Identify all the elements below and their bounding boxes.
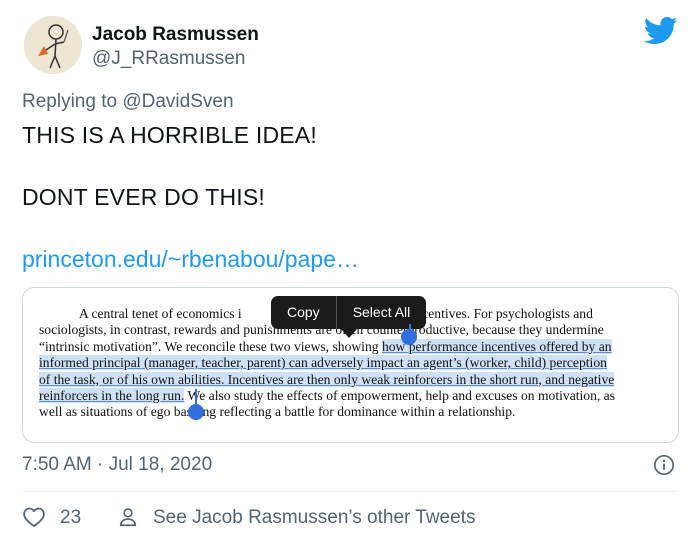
select-all-button[interactable]: Select All — [337, 296, 427, 329]
author-handle[interactable]: @J_RRasmussen — [92, 48, 245, 70]
other-tweets-link[interactable]: See Jacob Rasmussen’s other Tweets — [153, 507, 475, 529]
tweet-link[interactable]: princeton.edu/~rbenabou/pape… — [22, 246, 359, 273]
tweet-timestamp[interactable]: 7:50 AM · Jul 18, 2020 — [22, 454, 212, 476]
copy-button[interactable]: Copy — [271, 296, 336, 329]
selected-text: of the task, or of his own abilities. In… — [39, 371, 615, 387]
document-line: reinforcers in the long run. We also stu… — [39, 388, 661, 404]
document-text-fragment: We also study the effects of empowerment… — [184, 388, 615, 404]
replying-to-label: Replying to — [22, 91, 118, 112]
document-text-fragment: to incentives. For psychologists and — [397, 306, 593, 321]
tweet-time: 7:50 AM — [22, 454, 92, 475]
document-line: well as situations of ego bashing reflec… — [39, 404, 516, 420]
tweet-date: Jul 18, 2020 — [108, 454, 213, 475]
tweet-text-line-1: THIS IS A HORRIBLE IDEA! — [22, 122, 317, 148]
selection-end-handle[interactable] — [188, 404, 204, 420]
replying-to: Replying to @DavidSven — [22, 91, 234, 113]
link-card-image[interactable]: A central tenet of economics i to incenti… — [22, 287, 679, 443]
reply-mention-link[interactable]: @DavidSven — [122, 91, 233, 112]
twitter-bird-icon[interactable] — [644, 16, 678, 46]
author-name[interactable]: Jacob Rasmussen — [92, 24, 259, 46]
selected-text: how performance incentives offered by an — [381, 338, 612, 354]
avatar-illustration — [24, 16, 82, 74]
document-line: “intrinsic motivation”. We reconcile the… — [39, 338, 661, 355]
timestamp-separator: · — [97, 454, 104, 475]
selected-text: reinforcers in the long run. — [39, 388, 185, 404]
heart-icon[interactable] — [22, 506, 46, 528]
person-icon[interactable] — [117, 506, 139, 528]
document-line: informed principal (manager, teacher, pa… — [39, 355, 661, 371]
text-selection-menu: Copy Select All — [271, 296, 427, 338]
document-text-fragment: A central tenet of economics i — [79, 306, 242, 321]
info-icon[interactable] — [653, 454, 675, 476]
avatar[interactable] — [24, 16, 82, 74]
tweet-text-line-2: DONT EVER DO THIS! — [22, 184, 266, 210]
selection-start-handle[interactable] — [401, 329, 417, 345]
selected-text: informed principal (manager, teacher, pa… — [39, 355, 607, 371]
document-text-fragment: “intrinsic motivation”. We reconcile the… — [39, 338, 382, 354]
document-line: of the task, or of his own abilities. In… — [39, 371, 661, 388]
like-count[interactable]: 23 — [60, 507, 81, 529]
menu-pointer — [341, 329, 357, 338]
action-divider — [22, 491, 678, 492]
